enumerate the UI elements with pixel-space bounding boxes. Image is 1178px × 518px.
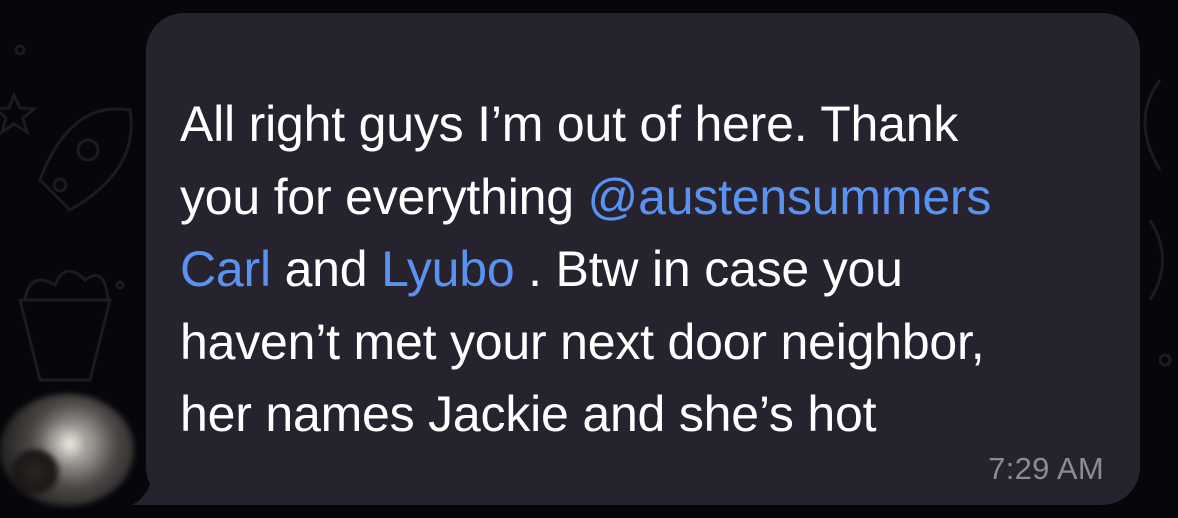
rocket-icon <box>38 107 133 212</box>
message-and-text: and <box>270 241 382 297</box>
message-line-3-text: . Btw in case you <box>514 241 903 297</box>
message-line-2-text: you for everything <box>180 168 588 225</box>
popcorn-icon <box>18 269 112 382</box>
message-line-1: All right guys I’m out of here. Thank <box>180 96 959 152</box>
message-timestamp: 7:29 AM <box>988 451 1104 486</box>
message-line-5: her names Jackie and she’s hot <box>180 386 877 442</box>
message-line-4: haven’t met your next door neighbor, <box>180 313 985 370</box>
star-icon <box>0 91 38 136</box>
avatar[interactable] <box>0 394 134 506</box>
mention-carl[interactable]: Carl <box>180 241 271 297</box>
moon-icon <box>1143 79 1172 367</box>
sparkle-icon <box>14 44 125 290</box>
message-text: All right guys I’m out of here. Thank you… <box>180 88 1130 451</box>
mention-lyubo[interactable]: Lyubo <box>381 241 515 297</box>
mention-austensummers[interactable]: @austensummers <box>588 169 992 225</box>
